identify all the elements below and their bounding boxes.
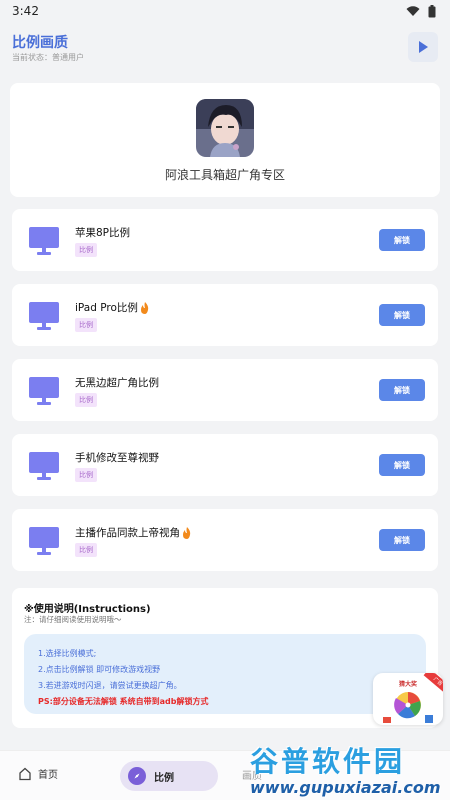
nav-home[interactable]: 首页 xyxy=(18,766,58,781)
monitor-icon xyxy=(29,227,59,255)
option-title: 主播作品同款上帝视角 xyxy=(75,525,192,540)
option-card: 无黑边超广角比例 比例 解锁 xyxy=(12,359,438,421)
unlock-button[interactable]: 解锁 xyxy=(379,454,425,476)
status-icons xyxy=(406,4,436,18)
option-tag: 比例 xyxy=(75,318,97,332)
fire-icon xyxy=(183,526,191,539)
monitor-icon xyxy=(29,527,59,555)
home-icon xyxy=(19,767,31,780)
status-time: 3:42 xyxy=(12,4,39,18)
option-tag: 比例 xyxy=(75,468,97,482)
play-icon xyxy=(419,41,428,53)
unlock-button[interactable]: 解锁 xyxy=(379,304,425,326)
play-button[interactable] xyxy=(408,32,438,62)
page-title: 比例画质 xyxy=(12,35,68,51)
prize-wheel-icon xyxy=(383,692,433,723)
instruction-line: 2.点击比例解锁 即可修改游戏视野 xyxy=(38,665,161,674)
ad-badge[interactable]: 广告 猜大奖 xyxy=(373,673,443,725)
instruction-warning: PS:部分设备无法解锁 系统自带到adb解锁方式 xyxy=(38,697,209,706)
instructions-title: ※使用说明(Instructions) xyxy=(24,604,151,615)
monitor-icon xyxy=(29,377,59,405)
watermark-title: 谷普软件园 xyxy=(250,745,406,778)
watermark: 谷普软件园 www.gupuxiazai.com xyxy=(250,740,450,800)
instruction-line: 3.若进游戏时闪退，请尝试更换超广角。 xyxy=(38,681,182,690)
watermark-url: www.gupuxiazai.com xyxy=(250,778,441,797)
option-card: 苹果8P比例 比例 解锁 xyxy=(12,209,438,271)
user-status: 当前状态：普通用户 xyxy=(12,53,84,62)
option-title: iPad Pro比例 xyxy=(75,300,150,315)
fire-icon xyxy=(140,301,149,314)
option-card: 手机修改至尊视野 比例 解锁 xyxy=(12,434,438,496)
unlock-button[interactable]: 解锁 xyxy=(379,529,425,551)
instructions-note: 注：请仔细阅读使用说明哦～ xyxy=(24,615,122,624)
nav-ratio-label: 比例 xyxy=(154,772,174,784)
option-tag: 比例 xyxy=(75,393,97,407)
instruction-line: 1.选择比例模式; xyxy=(38,649,97,658)
battery-icon xyxy=(428,4,436,17)
avatar xyxy=(196,99,254,157)
compass-icon xyxy=(128,767,146,785)
app-header: 比例画质 当前状态：普通用户 xyxy=(0,26,450,70)
status-bar: 3:42 xyxy=(0,0,450,22)
monitor-icon xyxy=(29,302,59,330)
nav-ratio[interactable]: 比例 xyxy=(120,761,218,791)
profile-name: 阿浪工具箱超广角专区 xyxy=(164,168,285,182)
option-tag: 比例 xyxy=(75,543,97,557)
monitor-icon xyxy=(29,452,59,480)
unlock-button[interactable]: 解锁 xyxy=(379,379,425,401)
wifi-icon xyxy=(406,6,420,16)
option-tag: 比例 xyxy=(75,243,97,257)
option-title: 手机修改至尊视野 xyxy=(75,452,159,464)
option-card: iPad Pro比例 比例 解锁 xyxy=(12,284,438,346)
option-card: 主播作品同款上帝视角 比例 解锁 xyxy=(12,509,438,571)
instructions-box: 1.选择比例模式; 2.点击比例解锁 即可修改游戏视野 3.若进游戏时闪退，请尝… xyxy=(24,634,426,714)
option-title: 无黑边超广角比例 xyxy=(75,377,159,389)
option-title: 苹果8P比例 xyxy=(75,227,131,239)
unlock-button[interactable]: 解锁 xyxy=(379,229,425,251)
profile-card: 阿浪工具箱超广角专区 xyxy=(10,83,440,197)
nav-home-label: 首页 xyxy=(38,770,58,781)
